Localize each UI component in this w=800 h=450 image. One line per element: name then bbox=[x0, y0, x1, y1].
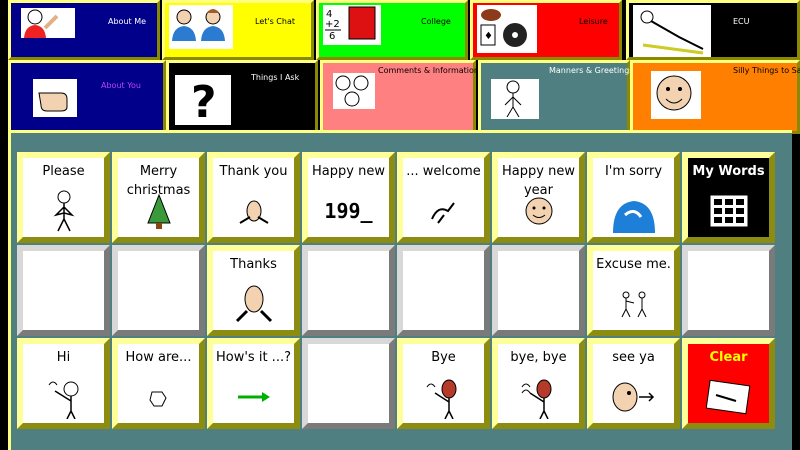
top-tab-2[interactable]: 4 +2 6 College bbox=[316, 0, 468, 60]
bye-button[interactable]: Bye bbox=[397, 338, 490, 429]
smiling-face-icon bbox=[498, 189, 579, 233]
svg-text:+2: +2 bbox=[325, 19, 340, 30]
thank-you-gesture-icon bbox=[213, 189, 294, 233]
button-label: Thank you bbox=[219, 164, 288, 179]
empty-button[interactable] bbox=[492, 245, 585, 336]
happy-new-button[interactable]: Happy new 199_ bbox=[302, 152, 395, 243]
button-label: Please bbox=[42, 164, 85, 179]
sub-tab-label: Manners & Greetings bbox=[549, 66, 634, 75]
please-button[interactable]: Please bbox=[17, 152, 110, 243]
christmas-tree-icon bbox=[118, 189, 199, 233]
top-tab-4[interactable]: ECU bbox=[626, 0, 800, 60]
button-label: Bye bbox=[431, 350, 456, 365]
button-label: Hi bbox=[56, 350, 71, 365]
thanks-button[interactable]: Thanks bbox=[207, 245, 300, 336]
how-are-hand-icon bbox=[118, 375, 199, 419]
year-text-icon: 199_ bbox=[308, 189, 389, 233]
empty-button[interactable] bbox=[682, 245, 775, 336]
leisure-items-icon: ♦ bbox=[477, 5, 537, 53]
see-ya-face-icon bbox=[593, 375, 674, 419]
button-label: Excuse me. bbox=[596, 257, 671, 272]
clear-button[interactable]: Clear bbox=[682, 338, 775, 429]
button-label: Happy new bbox=[312, 164, 385, 179]
i-m-sorry-button[interactable]: I'm sorry bbox=[587, 152, 680, 243]
sub-tab-3[interactable]: Manners & Greetings bbox=[478, 60, 634, 134]
hi-button[interactable]: Hi bbox=[17, 338, 110, 429]
sub-tab-1[interactable]: ? Things I Ask bbox=[166, 60, 318, 134]
sub-tab-label: Things I Ask bbox=[251, 73, 300, 82]
bye-wave-icon bbox=[403, 375, 484, 419]
bye-bye-button[interactable]: bye, bye bbox=[492, 338, 585, 429]
button-label: I'm sorry bbox=[604, 164, 663, 179]
math-book-icon: 4 +2 6 bbox=[323, 5, 381, 45]
svg-text:6: 6 bbox=[329, 31, 335, 41]
sub-tab-label: About You bbox=[101, 81, 141, 90]
sub-tab-4[interactable]: Silly Things to Say bbox=[630, 60, 800, 134]
question-mark-icon: ? bbox=[175, 75, 231, 125]
button-label: ... welcome bbox=[406, 164, 481, 179]
bye-bye-wave-icon bbox=[498, 375, 579, 419]
top-tab-label: College bbox=[421, 17, 451, 26]
button-label: Thanks bbox=[230, 257, 277, 272]
thank-you-button[interactable]: Thank you bbox=[207, 152, 300, 243]
sub-tab-label: Comments & Information bbox=[378, 66, 479, 75]
empty-button[interactable] bbox=[112, 245, 205, 336]
thanks-gesture-icon bbox=[213, 282, 294, 326]
word-grid-icon bbox=[688, 189, 769, 233]
button-label: How's it ...? bbox=[216, 350, 291, 365]
top-tab-0[interactable]: About Me bbox=[8, 0, 160, 60]
eraser-icon bbox=[688, 375, 769, 419]
two-people-talking-icon bbox=[169, 5, 233, 49]
pointing-hand-icon bbox=[33, 79, 77, 117]
please-gesture-icon bbox=[23, 189, 104, 233]
my-words-button[interactable]: My Words bbox=[682, 152, 775, 243]
happy-new-year-button[interactable]: Happy new year bbox=[492, 152, 585, 243]
empty-button[interactable] bbox=[302, 245, 395, 336]
excuse-me-button[interactable]: Excuse me. bbox=[587, 245, 680, 336]
how-are-button[interactable]: How are... bbox=[112, 338, 205, 429]
top-tab-label: Let's Chat bbox=[255, 17, 295, 26]
welcome-gesture-icon bbox=[403, 189, 484, 233]
top-tab-label: ECU bbox=[733, 17, 750, 26]
how-s-it-button[interactable]: How's it ...? bbox=[207, 338, 300, 429]
button-label: How are... bbox=[125, 350, 192, 365]
button-label: Clear bbox=[709, 350, 748, 365]
sub-tab-0[interactable]: About You bbox=[8, 60, 166, 134]
sub-tab-2[interactable]: Comments & Information bbox=[320, 60, 479, 134]
excuse-me-people-icon bbox=[593, 282, 674, 326]
svg-text:♦: ♦ bbox=[484, 31, 493, 42]
silly-face-icon bbox=[651, 71, 701, 119]
year-text: 199_ bbox=[324, 199, 373, 223]
top-tab-label: About Me bbox=[108, 17, 147, 26]
button-label: My Words bbox=[692, 164, 765, 179]
svg-text:?: ? bbox=[191, 77, 217, 125]
green-arrow-icon bbox=[213, 375, 294, 419]
see-ya-button[interactable]: see ya bbox=[587, 338, 680, 429]
merry-christmas-button[interactable]: Merry christmas bbox=[112, 152, 205, 243]
welcome-button[interactable]: ... welcome bbox=[397, 152, 490, 243]
sorry-gesture-icon bbox=[593, 189, 674, 233]
relaxing-person-icon bbox=[633, 5, 711, 57]
top-tab-3[interactable]: ♦ Leisure bbox=[470, 0, 622, 60]
faces-icon bbox=[333, 73, 375, 109]
person-waving-icon bbox=[21, 8, 75, 38]
polite-person-icon bbox=[491, 79, 539, 119]
empty-button[interactable] bbox=[17, 245, 110, 336]
empty-button[interactable] bbox=[397, 245, 490, 336]
sub-tab-label: Silly Things to Say bbox=[733, 66, 800, 75]
empty-button[interactable] bbox=[302, 338, 395, 429]
button-label: see ya bbox=[612, 350, 655, 365]
top-tab-label: Leisure bbox=[579, 17, 608, 26]
hi-wave-icon bbox=[23, 375, 104, 419]
top-tab-1[interactable]: Let's Chat bbox=[162, 0, 314, 60]
button-label: bye, bye bbox=[510, 350, 567, 365]
